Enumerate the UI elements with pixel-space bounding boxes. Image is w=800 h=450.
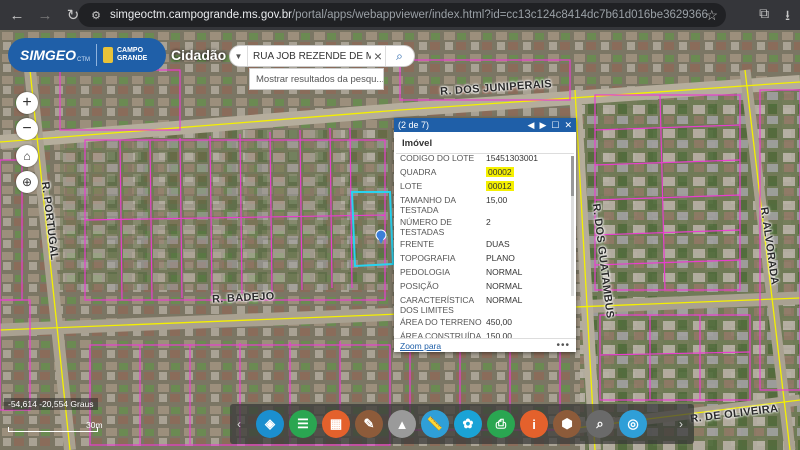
arrow-left-icon[interactable]: ← — [6, 4, 28, 26]
print-area-icon[interactable]: ▲ — [388, 410, 416, 438]
legend-icon[interactable]: ☰ — [289, 410, 317, 438]
attribute-row: TAMANHO DA TESTADA 15,00 — [394, 195, 576, 215]
search-tool-icon[interactable]: ⌕ — [586, 410, 614, 438]
attribute-key: FRENTE — [400, 239, 434, 249]
home-icon[interactable]: ⌂ — [16, 145, 38, 167]
my-location-icon[interactable]: ⊕ — [16, 171, 38, 193]
attribute-value: 150,00 — [486, 331, 512, 338]
popup-footer: Zoom para ••• — [394, 338, 576, 352]
site-info-icon[interactable]: ⚙ — [88, 7, 104, 23]
clear-icon[interactable]: × — [371, 48, 385, 64]
previous-feature-icon[interactable]: ◀ — [528, 120, 535, 131]
next-feature-icon[interactable]: ▶ — [539, 120, 546, 131]
attribute-value: 00012 — [486, 181, 514, 191]
zoom-out-button[interactable]: − — [16, 118, 38, 140]
attribute-value: 2 — [486, 217, 491, 227]
popup-counter: (2 de 7) — [398, 120, 430, 130]
search-suggestion[interactable]: Mostrar resultados da pesqu... — [249, 68, 384, 90]
attribute-key: ÁREA DO TERRENO — [400, 317, 482, 327]
bookmark-star-icon[interactable]: ☆ — [705, 7, 718, 24]
attribute-key: LOTE — [400, 181, 423, 191]
info-icon[interactable]: i — [520, 410, 548, 438]
attribute-value: 00002 — [486, 167, 514, 177]
toolbar-next-icon[interactable]: › — [672, 417, 690, 431]
attribute-row: TOPOGRAFIA PLANO — [394, 253, 576, 263]
download-icon[interactable]: ⭳ — [785, 5, 790, 29]
url-text: simgeoctm.campogrande.ms.gov.br/portal/a… — [110, 9, 708, 21]
coordinates-readout: -54,614 -20,554 Graus — [4, 398, 98, 410]
toolbar-prev-icon[interactable]: ‹ — [230, 417, 248, 431]
maximize-icon[interactable]: ☐ — [551, 120, 559, 131]
attribute-key: PEDOLOGIA — [400, 267, 451, 277]
city-logo-text: CAMPO GRANDE — [116, 47, 148, 62]
attribute-key: CARACTERÍSTICA DOS LIMITES — [400, 295, 474, 315]
more-actions-icon[interactable]: ••• — [556, 340, 570, 351]
attribute-key: NÚMERO DE TESTADAS — [400, 217, 452, 237]
attribute-row: ÁREA CONSTRUÍDA 150,00 — [394, 331, 576, 338]
address-bar[interactable]: ⚙ simgeoctm.campogrande.ms.gov.br/portal… — [78, 3, 726, 27]
attribute-row: LOTE 00012 — [394, 181, 576, 191]
attribute-row: CODIGO DO LOTE 15451303001 — [394, 153, 576, 163]
attribute-key: ÁREA CONSTRUÍDA — [400, 331, 482, 338]
search-box: ▼ × ⌕ — [229, 45, 415, 67]
attribute-key: TOPOGRAFIA — [400, 253, 456, 263]
attribute-value: DUAS — [486, 239, 510, 249]
attribute-value: NORMAL — [486, 281, 523, 291]
print-icon[interactable]: ⎙ — [487, 410, 515, 438]
share-icon[interactable]: ✿ — [454, 410, 482, 438]
attribute-key: CODIGO DO LOTE — [400, 153, 475, 163]
attribute-key: QUADRA — [400, 167, 437, 177]
attribute-value: 450,00 — [486, 317, 512, 327]
arrow-right-icon[interactable]: → — [34, 4, 56, 26]
layers-icon[interactable]: ◈ — [256, 410, 284, 438]
popup-title: Imóvel — [396, 132, 574, 154]
simgeo-logo[interactable]: SIMGEO CTM CAMPO GRANDE — [8, 38, 166, 72]
scale-bar: 30m — [8, 420, 108, 432]
zoom-in-button[interactable]: + — [16, 92, 38, 114]
measure-icon[interactable]: 📏 — [421, 410, 449, 438]
attribute-row: NÚMERO DE TESTADAS 2 — [394, 217, 576, 237]
search-source-dropdown[interactable]: ▼ — [230, 46, 248, 66]
feature-popup: (2 de 7) ◀ ▶ ☐ ✕ Imóvel CODIGO DO LOTE 15… — [394, 118, 576, 352]
basemap-icon[interactable]: ▦ — [322, 410, 350, 438]
attribute-value: 15451303001 — [486, 153, 539, 163]
attribute-row: QUADRA 00002 — [394, 167, 576, 177]
attribute-row: FRENTE DUAS — [394, 239, 576, 249]
attribute-value: 15,00 — [486, 195, 508, 205]
draw-icon[interactable]: ✎ — [355, 410, 383, 438]
extensions-icon[interactable]: ⧉ — [759, 5, 769, 29]
attribute-value: NORMAL — [486, 267, 523, 277]
attribute-value: NORMAL — [486, 295, 523, 305]
locate-tool-icon[interactable]: ◎ — [619, 410, 647, 438]
attribute-row: CARACTERÍSTICA DOS LIMITES NORMAL — [394, 295, 576, 315]
attribute-row: ÁREA DO TERRENO 450,00 — [394, 317, 576, 327]
zoom-to-link[interactable]: Zoom para — [400, 341, 441, 351]
browser-toolbar: ← → ↻ ⚙ simgeoctm.campogrande.ms.gov.br/… — [0, 0, 800, 30]
search-icon[interactable]: ⌕ — [385, 46, 413, 66]
attribute-row: PEDOLOGIA NORMAL — [394, 267, 576, 277]
popup-attributes: CODIGO DO LOTE 15451303001 QUADRA 00002 LOTE… — [394, 153, 576, 338]
popup-scrollbar[interactable] — [571, 156, 574, 296]
close-icon[interactable]: ✕ — [564, 120, 572, 131]
attribute-key: POSIÇÃO — [400, 281, 439, 291]
attribute-key: TAMANHO DA TESTADA — [400, 195, 456, 215]
city-emblem-icon — [102, 47, 113, 63]
attribute-row: POSIÇÃO NORMAL — [394, 281, 576, 291]
search-input[interactable] — [253, 50, 371, 62]
widget-toolbar: ‹ ◈ ☰ ▦ ✎ ▲ 📏 ✿ ⎙ i ⬢ ⌕ ◎ › — [230, 404, 694, 444]
attribute-value: PLANO — [486, 253, 515, 263]
select-icon[interactable]: ⬢ — [553, 410, 581, 438]
popup-header: (2 de 7) ◀ ▶ ☐ ✕ — [394, 118, 576, 132]
